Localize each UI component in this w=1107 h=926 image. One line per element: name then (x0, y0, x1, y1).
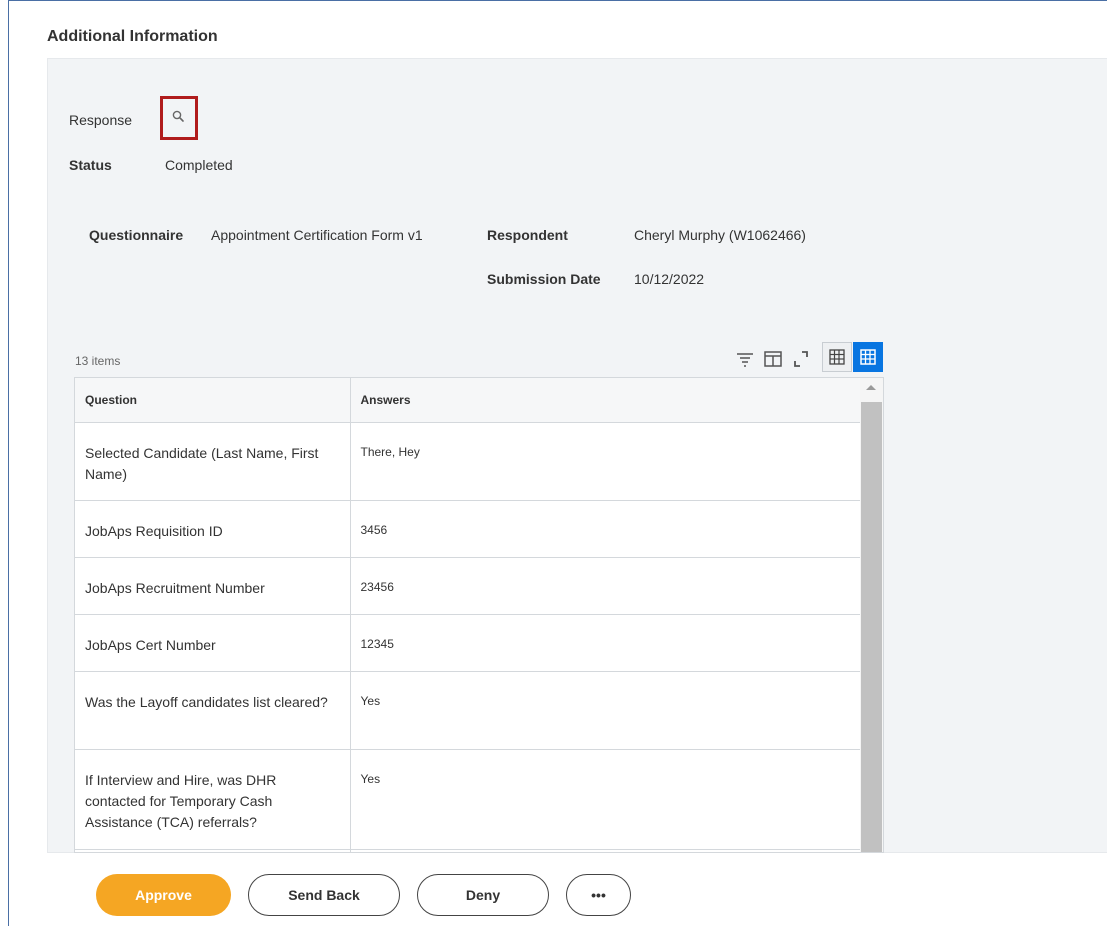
status-label: Status (69, 157, 112, 173)
questionnaire-value[interactable]: Appointment Certification Form v1 (211, 227, 423, 243)
submission-date-label: Submission Date (487, 271, 601, 287)
search-icon (172, 110, 184, 122)
table-row: Was the Layoff candidates list cleared? … (75, 671, 861, 750)
question-cell: JobAps Cert Number (75, 614, 351, 672)
submission-date-value: 10/12/2022 (634, 271, 705, 287)
answer-cell: 23456 (350, 557, 861, 615)
table-view-button[interactable] (822, 342, 852, 372)
expand-icon[interactable] (790, 346, 812, 370)
table-row (75, 849, 861, 852)
answer-cell: 12345 (350, 614, 861, 672)
filter-icon[interactable] (734, 346, 756, 370)
status-value: Completed (165, 157, 233, 173)
table-row: JobAps Recruitment Number 23456 (75, 557, 861, 615)
section-title: Additional Information (47, 28, 218, 45)
answer-cell: 3456 (350, 500, 861, 558)
answer-cell: Yes (350, 671, 861, 750)
approve-button[interactable]: Approve (96, 874, 231, 916)
respondent-value[interactable]: Cheryl Murphy (W1062466) (634, 227, 806, 243)
question-cell (75, 849, 351, 852)
table-row: If Interview and Hire, was DHR contacted… (75, 749, 861, 850)
questionnaire-label: Questionnaire (89, 227, 184, 243)
column-header-question[interactable]: Question (75, 378, 351, 423)
columns-icon[interactable] (762, 346, 784, 370)
question-cell: If Interview and Hire, was DHR contacted… (75, 749, 351, 850)
scroll-up-icon[interactable] (866, 385, 876, 390)
grid-scrollbar[interactable] (860, 378, 883, 852)
questions-table: Question Answers Selected Candidate (Las… (75, 378, 861, 852)
answer-cell: There, Hey (350, 422, 861, 501)
answer-cell (350, 849, 861, 852)
scroll-thumb[interactable] (861, 402, 882, 852)
more-actions-button[interactable]: ••• (566, 874, 631, 916)
answer-cell: Yes (350, 749, 861, 850)
respondent-label: Respondent (487, 227, 568, 243)
question-cell: JobAps Requisition ID (75, 500, 351, 558)
question-cell: Selected Candidate (Last Name, First Nam… (75, 422, 351, 501)
grid-view-icon (860, 349, 876, 365)
action-bar: Approve Send Back Deny ••• (0, 874, 1107, 918)
item-count: 13 items (75, 354, 121, 368)
table-view-icon (829, 349, 845, 365)
question-cell: JobAps Recruitment Number (75, 557, 351, 615)
column-header-answers[interactable]: Answers (350, 378, 861, 423)
table-row: JobAps Requisition ID 3456 (75, 500, 861, 558)
table-row: Selected Candidate (Last Name, First Nam… (75, 422, 861, 501)
table-row: JobAps Cert Number 12345 (75, 614, 861, 672)
response-search-button[interactable] (160, 96, 198, 140)
deny-button[interactable]: Deny (417, 874, 549, 916)
questions-grid: Question Answers Selected Candidate (Las… (74, 377, 884, 853)
table-header-row: Question Answers (75, 378, 861, 423)
question-cell: Was the Layoff candidates list cleared? (75, 671, 351, 750)
grid-view-button[interactable] (853, 342, 883, 372)
send-back-button[interactable]: Send Back (248, 874, 400, 916)
response-label: Response (69, 112, 133, 128)
